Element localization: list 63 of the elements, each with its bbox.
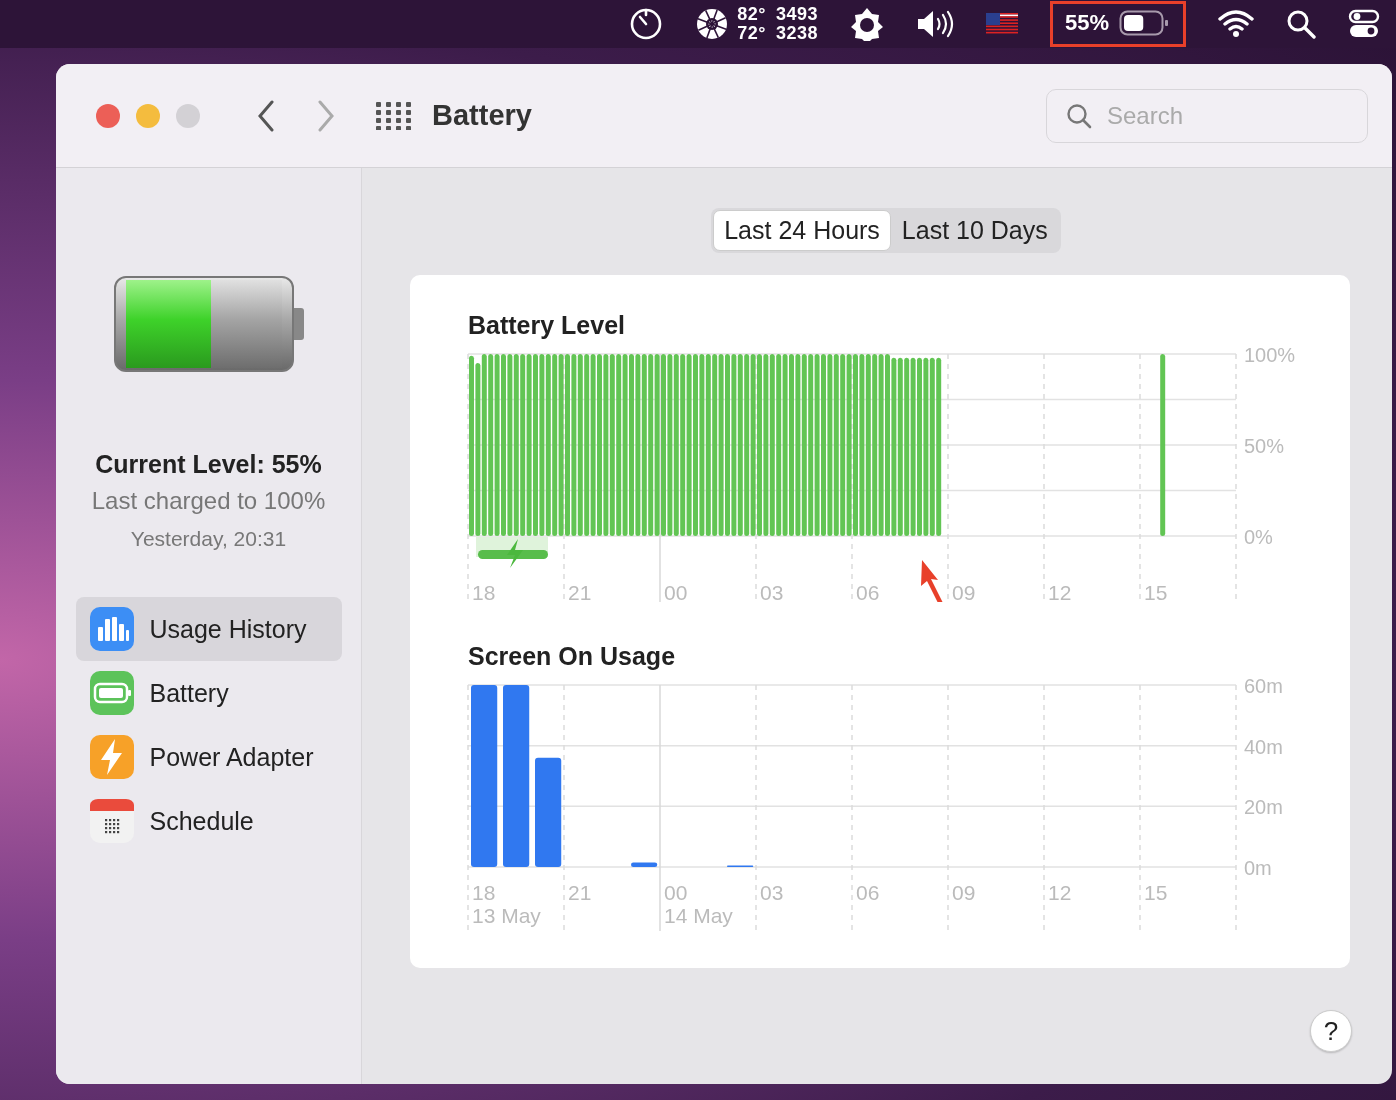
axis-label: 03: [760, 581, 784, 602]
battery-status-item[interactable]: 55%: [1049, 1, 1186, 47]
date-label: 13 May: [472, 904, 541, 927]
axis-label: 18: [472, 581, 496, 602]
sidebar-item[interactable]: Battery: [75, 661, 342, 725]
axis-label: 15: [1144, 881, 1168, 904]
axis-label: 0m: [1244, 857, 1272, 879]
axis-label: 00: [664, 581, 688, 602]
segment-tab[interactable]: Last 10 Days: [890, 210, 1059, 251]
fan-speed-reading: 3238: [775, 24, 818, 43]
back-icon[interactable]: [256, 99, 276, 132]
axis-label: 03: [760, 881, 784, 904]
lightning-icon: [89, 735, 134, 779]
axis-label: 15: [1144, 581, 1168, 602]
bar: [631, 862, 658, 867]
volume-icon[interactable]: [915, 9, 954, 39]
axis-label: 00: [664, 881, 688, 904]
axis-label: 12: [1048, 581, 1072, 602]
chart-title: Screen On Usage: [468, 642, 677, 671]
segment-tab[interactable]: Last 24 Hours: [713, 210, 891, 251]
calendar-icon: [89, 799, 134, 843]
bar-chart-icon: [89, 607, 134, 651]
window-title: Battery: [432, 99, 532, 132]
last-charged-text: Last charged to 100%: [91, 487, 326, 515]
brightness-icon[interactable]: [849, 7, 884, 41]
axis-label: 21: [568, 581, 592, 602]
sidebar-item[interactable]: Usage History: [75, 597, 342, 661]
axis-label: 60m: [1244, 675, 1283, 697]
axis-label: 50%: [1244, 435, 1285, 457]
axis-label: 09: [952, 581, 976, 602]
temperature-reading: 72°: [737, 24, 766, 43]
axis-label: 06: [856, 881, 880, 904]
close-button[interactable]: [96, 103, 120, 128]
axis-label: 100%: [1244, 344, 1296, 366]
wifi-icon[interactable]: [1218, 9, 1254, 39]
battery-icon: [1119, 10, 1169, 36]
axis-label: 0%: [1244, 526, 1273, 548]
axis-label: 18: [472, 881, 496, 904]
fan-icon[interactable]: [695, 7, 730, 41]
date-label: 14 May: [664, 904, 733, 927]
help-button[interactable]: ?: [1310, 1010, 1352, 1052]
charged-time-text: Yesterday, 20:31: [130, 527, 287, 551]
axis-label: 12: [1048, 881, 1072, 904]
search-field[interactable]: Search: [1046, 88, 1368, 143]
axis-label: 21: [568, 881, 592, 904]
flag-icon[interactable]: [985, 13, 1018, 35]
sidebar-item[interactable]: Schedule: [75, 789, 342, 853]
sidebar-item[interactable]: Power Adapter: [75, 725, 342, 789]
axis-label: 20m: [1244, 796, 1283, 819]
axis-label: 09: [952, 881, 976, 904]
grid-icon[interactable]: [376, 101, 412, 130]
battery-icon: [89, 671, 134, 715]
axis-label: 06: [856, 581, 880, 602]
temperature-reading: 82°: [737, 5, 766, 24]
axis-label: 40m: [1244, 735, 1283, 758]
search-icon[interactable]: [1286, 9, 1316, 39]
chart-title: Battery Level: [468, 311, 627, 340]
search-icon: [1066, 102, 1092, 129]
fan-speed-reading: 3493: [775, 5, 818, 24]
current-level-text: Current Level: 55%: [95, 450, 322, 479]
battery-terminal: [293, 308, 304, 340]
timer-icon[interactable]: [629, 7, 664, 41]
control-center-icon[interactable]: [1348, 9, 1380, 39]
